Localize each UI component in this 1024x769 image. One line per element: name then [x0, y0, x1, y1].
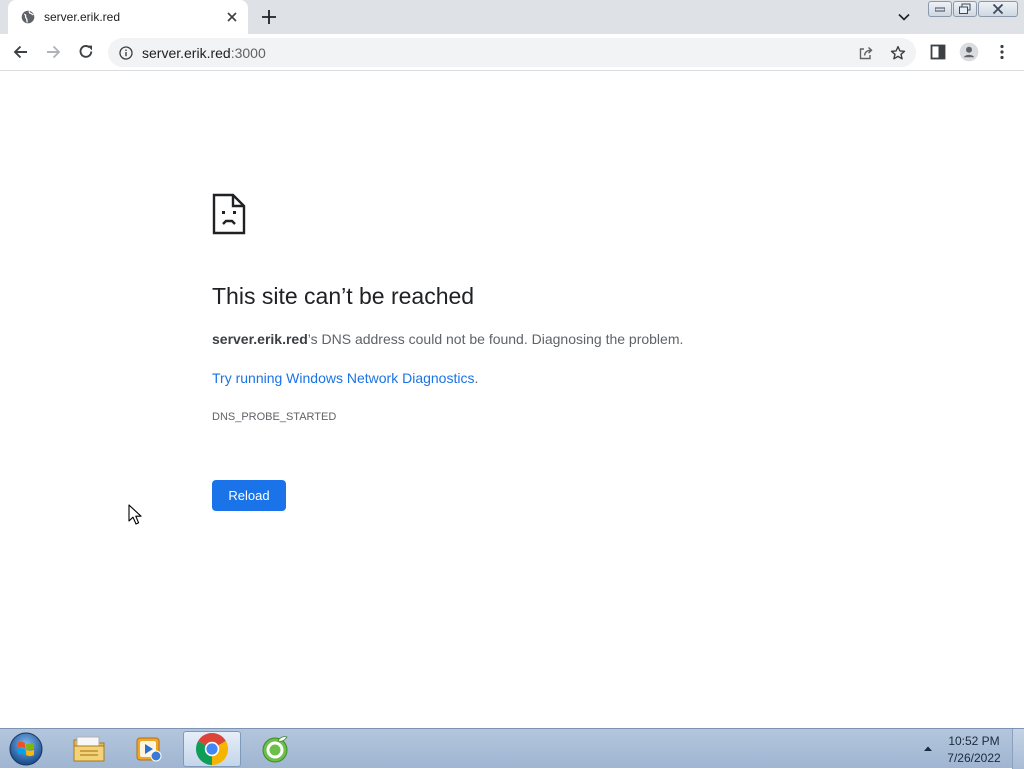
tab-strip: server.erik.red [0, 0, 1024, 34]
address-bar[interactable]: server.erik.red:3000 [108, 38, 916, 67]
restore-button[interactable] [953, 1, 977, 17]
taskbar-green-app[interactable] [246, 731, 304, 767]
side-panel-icon[interactable] [928, 42, 948, 62]
reload-button[interactable]: Reload [212, 480, 286, 511]
error-heading: This site can’t be reached [212, 283, 475, 309]
bookmark-star-icon[interactable] [890, 45, 906, 61]
page-content: This site can’t be reached server.erik.r… [0, 72, 1024, 728]
url-port: :3000 [230, 45, 266, 61]
clock-time[interactable]: 10:52 PM [940, 734, 1008, 748]
error-suggestion: Try running Windows Network Diagnostics. [212, 370, 478, 386]
back-arrow-icon[interactable] [11, 42, 31, 62]
folder-icon [73, 736, 105, 762]
tab-title: server.erik.red [44, 10, 121, 24]
show-desktop-button[interactable] [1012, 729, 1024, 769]
minimize-button[interactable] [928, 1, 952, 17]
chrome-icon [196, 733, 228, 765]
profile-avatar-icon[interactable] [959, 42, 979, 62]
taskbar: 10:52 PM 7/26/2022 [0, 728, 1024, 769]
error-description-text: ’s DNS address could not be found. Diagn… [307, 331, 684, 347]
error-code: DNS_PROBE_STARTED [212, 411, 337, 423]
site-info-icon[interactable] [119, 46, 133, 60]
url-host: server.erik.red [142, 45, 231, 61]
new-tab-icon[interactable] [260, 8, 278, 26]
close-icon [992, 4, 1004, 14]
network-diagnostics-link[interactable]: Try running Windows Network Diagnostics [212, 370, 474, 386]
suggestion-period: . [474, 370, 479, 386]
clock-date[interactable]: 7/26/2022 [940, 751, 1008, 765]
url-text: server.erik.red:3000 [142, 45, 266, 61]
minimize-icon [935, 7, 945, 12]
close-tab-icon[interactable] [224, 9, 240, 25]
tab-search-chevron-icon[interactable] [896, 9, 912, 25]
app-green-icon [262, 736, 288, 763]
taskbar-chrome[interactable] [183, 731, 241, 767]
browser-toolbar: server.erik.red:3000 [0, 34, 1024, 71]
show-hidden-icons-icon[interactable] [922, 743, 934, 755]
taskbar-media-player[interactable] [120, 731, 178, 767]
start-button-icon[interactable] [6, 731, 46, 767]
browser-tab[interactable]: server.erik.red [8, 0, 248, 34]
share-icon[interactable] [858, 45, 874, 61]
mouse-cursor-icon [128, 504, 142, 525]
restore-icon [959, 3, 971, 14]
taskbar-explorer[interactable] [60, 731, 118, 767]
reload-icon[interactable] [76, 42, 96, 62]
close-window-button[interactable] [978, 1, 1018, 17]
sad-page-icon [212, 193, 246, 235]
media-player-icon [136, 737, 162, 762]
error-description: server.erik.red’s DNS address could not … [212, 331, 683, 347]
globe-icon [21, 10, 35, 24]
menu-kebab-icon[interactable] [992, 42, 1012, 62]
forward-arrow-icon[interactable] [43, 42, 63, 62]
error-host: server.erik.red [212, 331, 308, 347]
